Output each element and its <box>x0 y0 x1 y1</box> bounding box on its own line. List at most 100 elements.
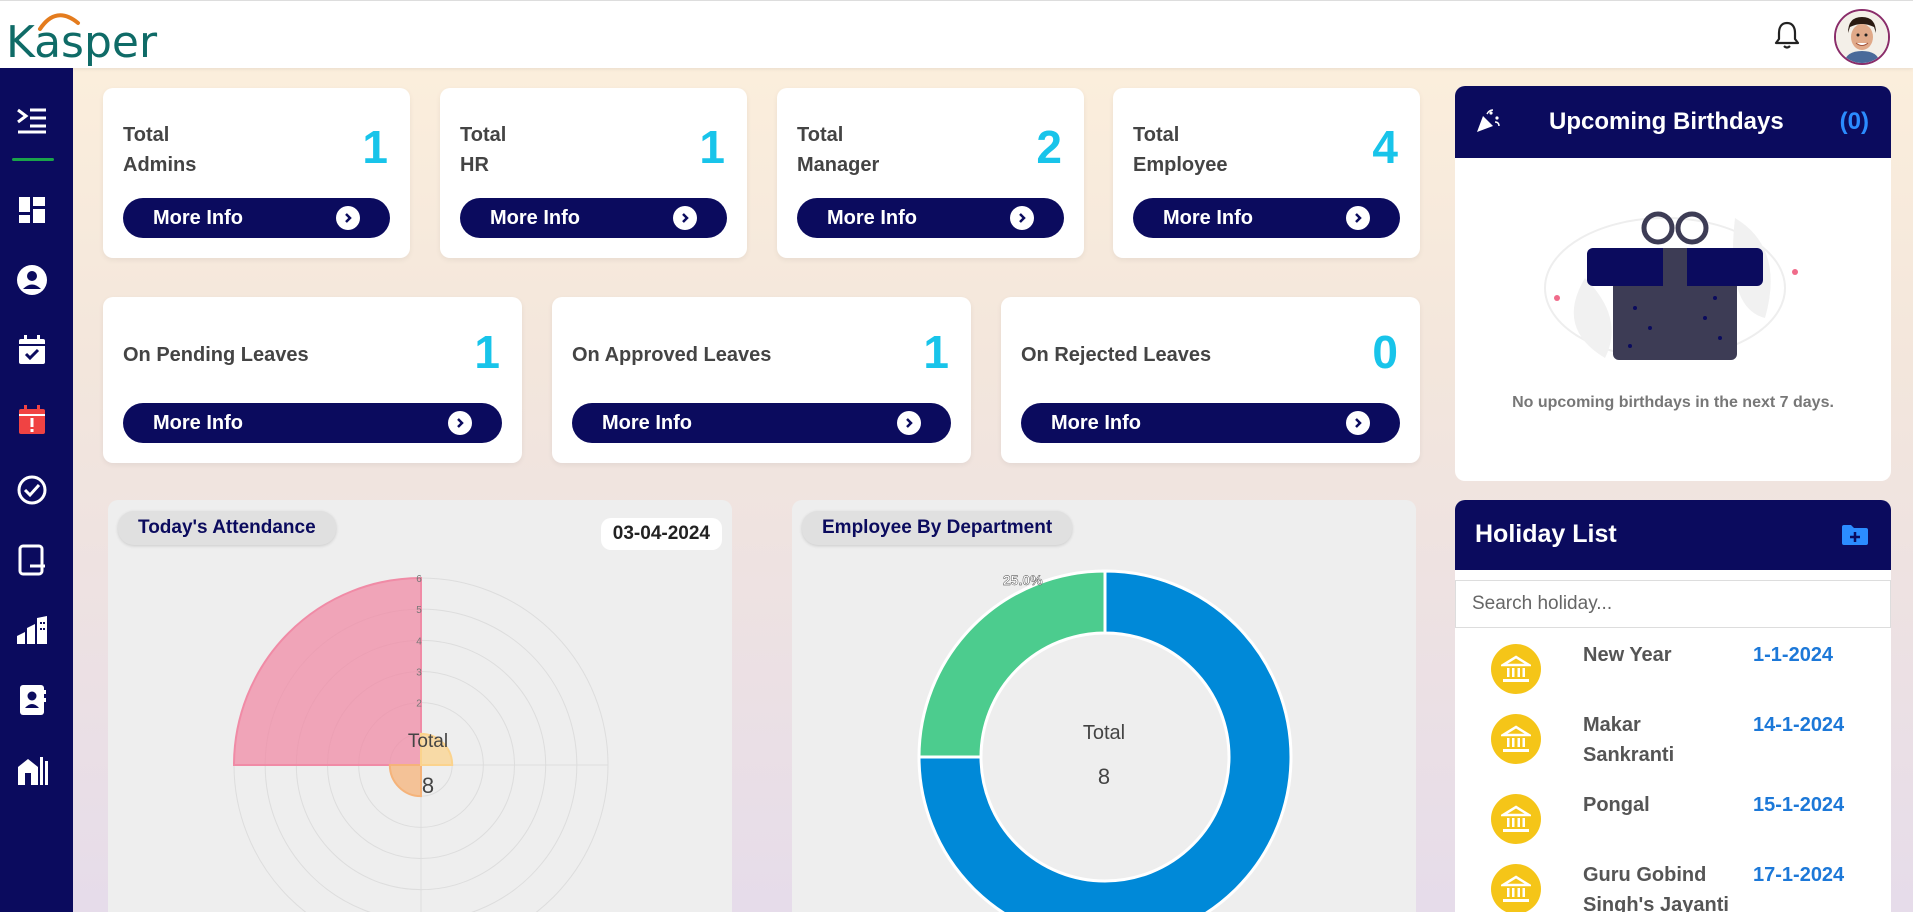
stat-title-line2: Manager <box>797 154 880 176</box>
holiday-name: Guru Gobind Singh's Jayanti <box>1583 864 1729 912</box>
stat-title-line1: Total <box>1133 124 1180 146</box>
chevron-right-icon <box>1346 206 1370 230</box>
more-info-label: More Info <box>827 206 917 229</box>
chevron-right-icon <box>448 411 472 435</box>
more-info-button[interactable]: More Info <box>572 403 951 443</box>
polar-tick-label: 4 <box>416 636 422 647</box>
birthdays-empty-message: No upcoming birthdays in the next 7 days… <box>1512 394 1834 411</box>
add-folder-icon[interactable] <box>1841 524 1869 551</box>
more-info-label: More Info <box>153 206 243 229</box>
stat-value: 2 <box>1036 121 1062 173</box>
holiday-header: Holiday List <box>1455 500 1891 570</box>
stat-title-line1: Total <box>797 124 844 146</box>
more-info-button[interactable]: More Info <box>797 198 1064 238</box>
party-popper-icon <box>1475 108 1501 139</box>
leave-card-approved: On Approved Leaves 1 More Info <box>552 297 971 463</box>
stat-title-line2: HR <box>460 154 489 176</box>
stat-title-line1: Total <box>460 124 507 146</box>
more-info-button[interactable]: More Info <box>123 198 390 238</box>
stat-card-manager: Total Manager 2 More Info <box>777 88 1084 258</box>
user-icon[interactable] <box>14 262 50 298</box>
holiday-date: 17-1-2024 <box>1753 864 1845 886</box>
logo-text: Kasper <box>6 17 158 68</box>
active-indicator <box>12 158 54 161</box>
polar-segment <box>232 576 422 766</box>
holiday-date: 15-1-2024 <box>1753 794 1845 816</box>
stat-title-line2: Employee <box>1133 154 1228 176</box>
chevron-right-icon <box>673 206 697 230</box>
attendance-panel: Today's Attendance 03-04-2024 23456 Tota… <box>108 500 732 912</box>
more-info-button[interactable]: More Info <box>1021 403 1400 443</box>
more-info-label: More Info <box>602 411 692 434</box>
holiday-row: Makar Sankranti 14-1-2024 <box>1455 710 1891 780</box>
more-info-button[interactable]: More Info <box>460 198 727 238</box>
more-info-label: More Info <box>1051 411 1141 434</box>
department-center-label: Total <box>1082 722 1126 744</box>
stat-card-admins: Total Admins 1 More Info <box>103 88 410 258</box>
check-circle-icon[interactable] <box>14 472 50 508</box>
more-info-label: More Info <box>153 411 243 434</box>
upcoming-birthdays-card: Upcoming Birthdays (0) No upcoming birth… <box>1455 86 1891 481</box>
tablet-icon[interactable] <box>14 542 50 578</box>
stat-value: 4 <box>1372 121 1398 173</box>
stat-card-employee: Total Employee 4 More Info <box>1113 88 1420 258</box>
more-info-button[interactable]: More Info <box>123 403 502 443</box>
top-bar: Kasper <box>0 0 1913 68</box>
building-chart-icon[interactable] <box>14 612 50 648</box>
chevron-right-icon <box>1010 206 1034 230</box>
leave-value: 0 <box>1372 326 1398 378</box>
calendar-check-icon[interactable] <box>14 332 50 368</box>
leave-title: On Pending Leaves <box>123 344 309 366</box>
more-info-button[interactable]: More Info <box>1133 198 1400 238</box>
chevron-right-icon <box>336 206 360 230</box>
attendance-polar-chart: 2 3 4 5 6 <box>232 574 609 912</box>
company-icon[interactable] <box>14 752 50 788</box>
stat-card-hr: Total HR 1 More Info <box>440 88 747 258</box>
calendar-alert-icon[interactable] <box>14 402 50 438</box>
stat-title-line1: Total <box>123 124 170 146</box>
bank-icon <box>1491 864 1541 912</box>
user-avatar[interactable] <box>1834 9 1890 65</box>
holiday-row: Pongal 15-1-2024 <box>1455 790 1891 860</box>
holiday-title: Holiday List <box>1475 520 1617 548</box>
holiday-row: Guru Gobind Singh's Jayanti 17-1-2024 <box>1455 860 1891 912</box>
birthdays-title: Upcoming Birthdays <box>1549 108 1784 135</box>
notification-bell-icon[interactable] <box>1772 19 1802 51</box>
department-panel: Employee By Department 75.0%25.0% Total … <box>792 500 1416 912</box>
chevron-right-icon <box>1346 411 1370 435</box>
holiday-date: 1-1-2024 <box>1753 644 1834 666</box>
polar-tick-label: 6 <box>416 574 422 585</box>
department-donut-chart: 75.0%25.0% <box>917 569 1293 912</box>
chevron-right-icon <box>897 411 921 435</box>
attendance-center-value: 8 <box>421 773 435 798</box>
department-center-value: 8 <box>1097 764 1111 789</box>
leave-value: 1 <box>923 326 949 378</box>
holiday-list-card: Holiday List New Year 1-1-2024 Makar San… <box>1455 500 1891 912</box>
birthdays-count: (0) <box>1839 108 1869 135</box>
holiday-name: Pongal <box>1583 794 1650 816</box>
sidebar <box>0 68 73 912</box>
more-info-label: More Info <box>1163 206 1253 229</box>
dashboard-icon[interactable] <box>14 192 50 228</box>
holiday-name: Makar Sankranti <box>1583 714 1675 766</box>
stat-value: 1 <box>699 121 725 173</box>
kasper-logo[interactable]: Kasper <box>6 9 157 68</box>
menu-collapse-icon[interactable] <box>14 102 50 138</box>
more-info-label: More Info <box>490 206 580 229</box>
attendance-center-label: Total <box>407 731 449 752</box>
gift-illustration <box>1544 211 1798 360</box>
bank-icon <box>1491 644 1541 694</box>
contact-book-icon[interactable] <box>14 682 50 718</box>
stat-title-line2: Admins <box>123 154 197 176</box>
holiday-date: 14-1-2024 <box>1753 714 1845 736</box>
holiday-search-input[interactable] <box>1455 580 1891 628</box>
leave-value: 1 <box>474 326 500 378</box>
birthdays-header: Upcoming Birthdays (0) <box>1455 86 1891 158</box>
holiday-name: New Year <box>1583 644 1672 666</box>
polar-tick-label: 3 <box>416 668 422 679</box>
leave-title: On Approved Leaves <box>572 344 772 366</box>
donut-data-label: 25.0% <box>1003 572 1043 588</box>
holiday-row: New Year 1-1-2024 <box>1455 640 1891 710</box>
leave-card-pending: On Pending Leaves 1 More Info <box>103 297 522 463</box>
bank-icon <box>1491 714 1541 764</box>
